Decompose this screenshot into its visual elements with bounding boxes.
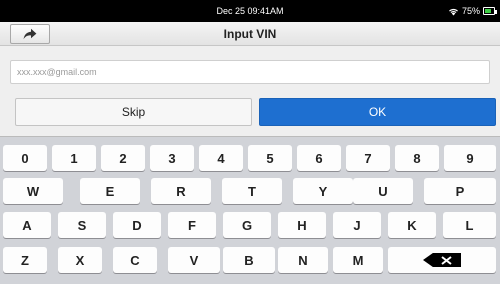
- key-n[interactable]: N: [278, 247, 328, 273]
- key-6[interactable]: 6: [297, 145, 341, 171]
- key-4[interactable]: 4: [199, 145, 243, 171]
- key-u[interactable]: U: [353, 178, 413, 204]
- vin-form: Skip OK: [0, 46, 500, 136]
- backspace-key[interactable]: [388, 247, 496, 273]
- key-a[interactable]: A: [3, 212, 51, 238]
- key-7[interactable]: 7: [346, 145, 390, 171]
- key-r[interactable]: R: [151, 178, 211, 204]
- on-screen-keyboard: 0 1 2 3 4 5 6 7 8 9 W E R T Y U P A S D …: [0, 136, 500, 284]
- backspace-icon: [423, 253, 461, 267]
- key-j[interactable]: J: [333, 212, 381, 238]
- key-p[interactable]: P: [424, 178, 496, 204]
- key-l[interactable]: L: [443, 212, 496, 238]
- key-1[interactable]: 1: [52, 145, 96, 171]
- key-0[interactable]: 0: [3, 145, 47, 171]
- key-g[interactable]: G: [223, 212, 271, 238]
- key-d[interactable]: D: [113, 212, 161, 238]
- battery-level: [485, 9, 491, 13]
- battery-percent: 75%: [461, 6, 480, 16]
- page-title: Input VIN: [223, 27, 277, 41]
- key-b[interactable]: B: [223, 247, 275, 273]
- status-indicators: 75%: [448, 3, 497, 19]
- key-h[interactable]: H: [278, 212, 326, 238]
- key-f[interactable]: F: [168, 212, 216, 238]
- key-t[interactable]: T: [222, 178, 282, 204]
- key-5[interactable]: 5: [248, 145, 292, 171]
- key-v[interactable]: V: [168, 247, 220, 273]
- title-bar: Input VIN: [0, 22, 500, 46]
- status-bar: Dec 25 09:41AM 75%: [0, 0, 500, 22]
- key-s[interactable]: S: [58, 212, 106, 238]
- key-8[interactable]: 8: [395, 145, 439, 171]
- vin-input[interactable]: [10, 60, 490, 84]
- key-y[interactable]: Y: [293, 178, 353, 204]
- key-k[interactable]: K: [388, 212, 436, 238]
- battery-icon: [483, 7, 497, 15]
- key-m[interactable]: M: [333, 247, 383, 273]
- wifi-icon: [449, 8, 458, 16]
- key-9[interactable]: 9: [444, 145, 496, 171]
- key-z[interactable]: Z: [3, 247, 47, 273]
- backspace-x-icon: [440, 255, 452, 265]
- skip-button[interactable]: Skip: [15, 98, 252, 126]
- key-3[interactable]: 3: [150, 145, 194, 171]
- key-c[interactable]: C: [113, 247, 157, 273]
- key-e[interactable]: E: [80, 178, 140, 204]
- key-2[interactable]: 2: [101, 145, 145, 171]
- key-w[interactable]: W: [3, 178, 63, 204]
- key-x[interactable]: X: [58, 247, 102, 273]
- status-time: Dec 25 09:41AM: [216, 6, 284, 16]
- ok-button[interactable]: OK: [259, 98, 496, 126]
